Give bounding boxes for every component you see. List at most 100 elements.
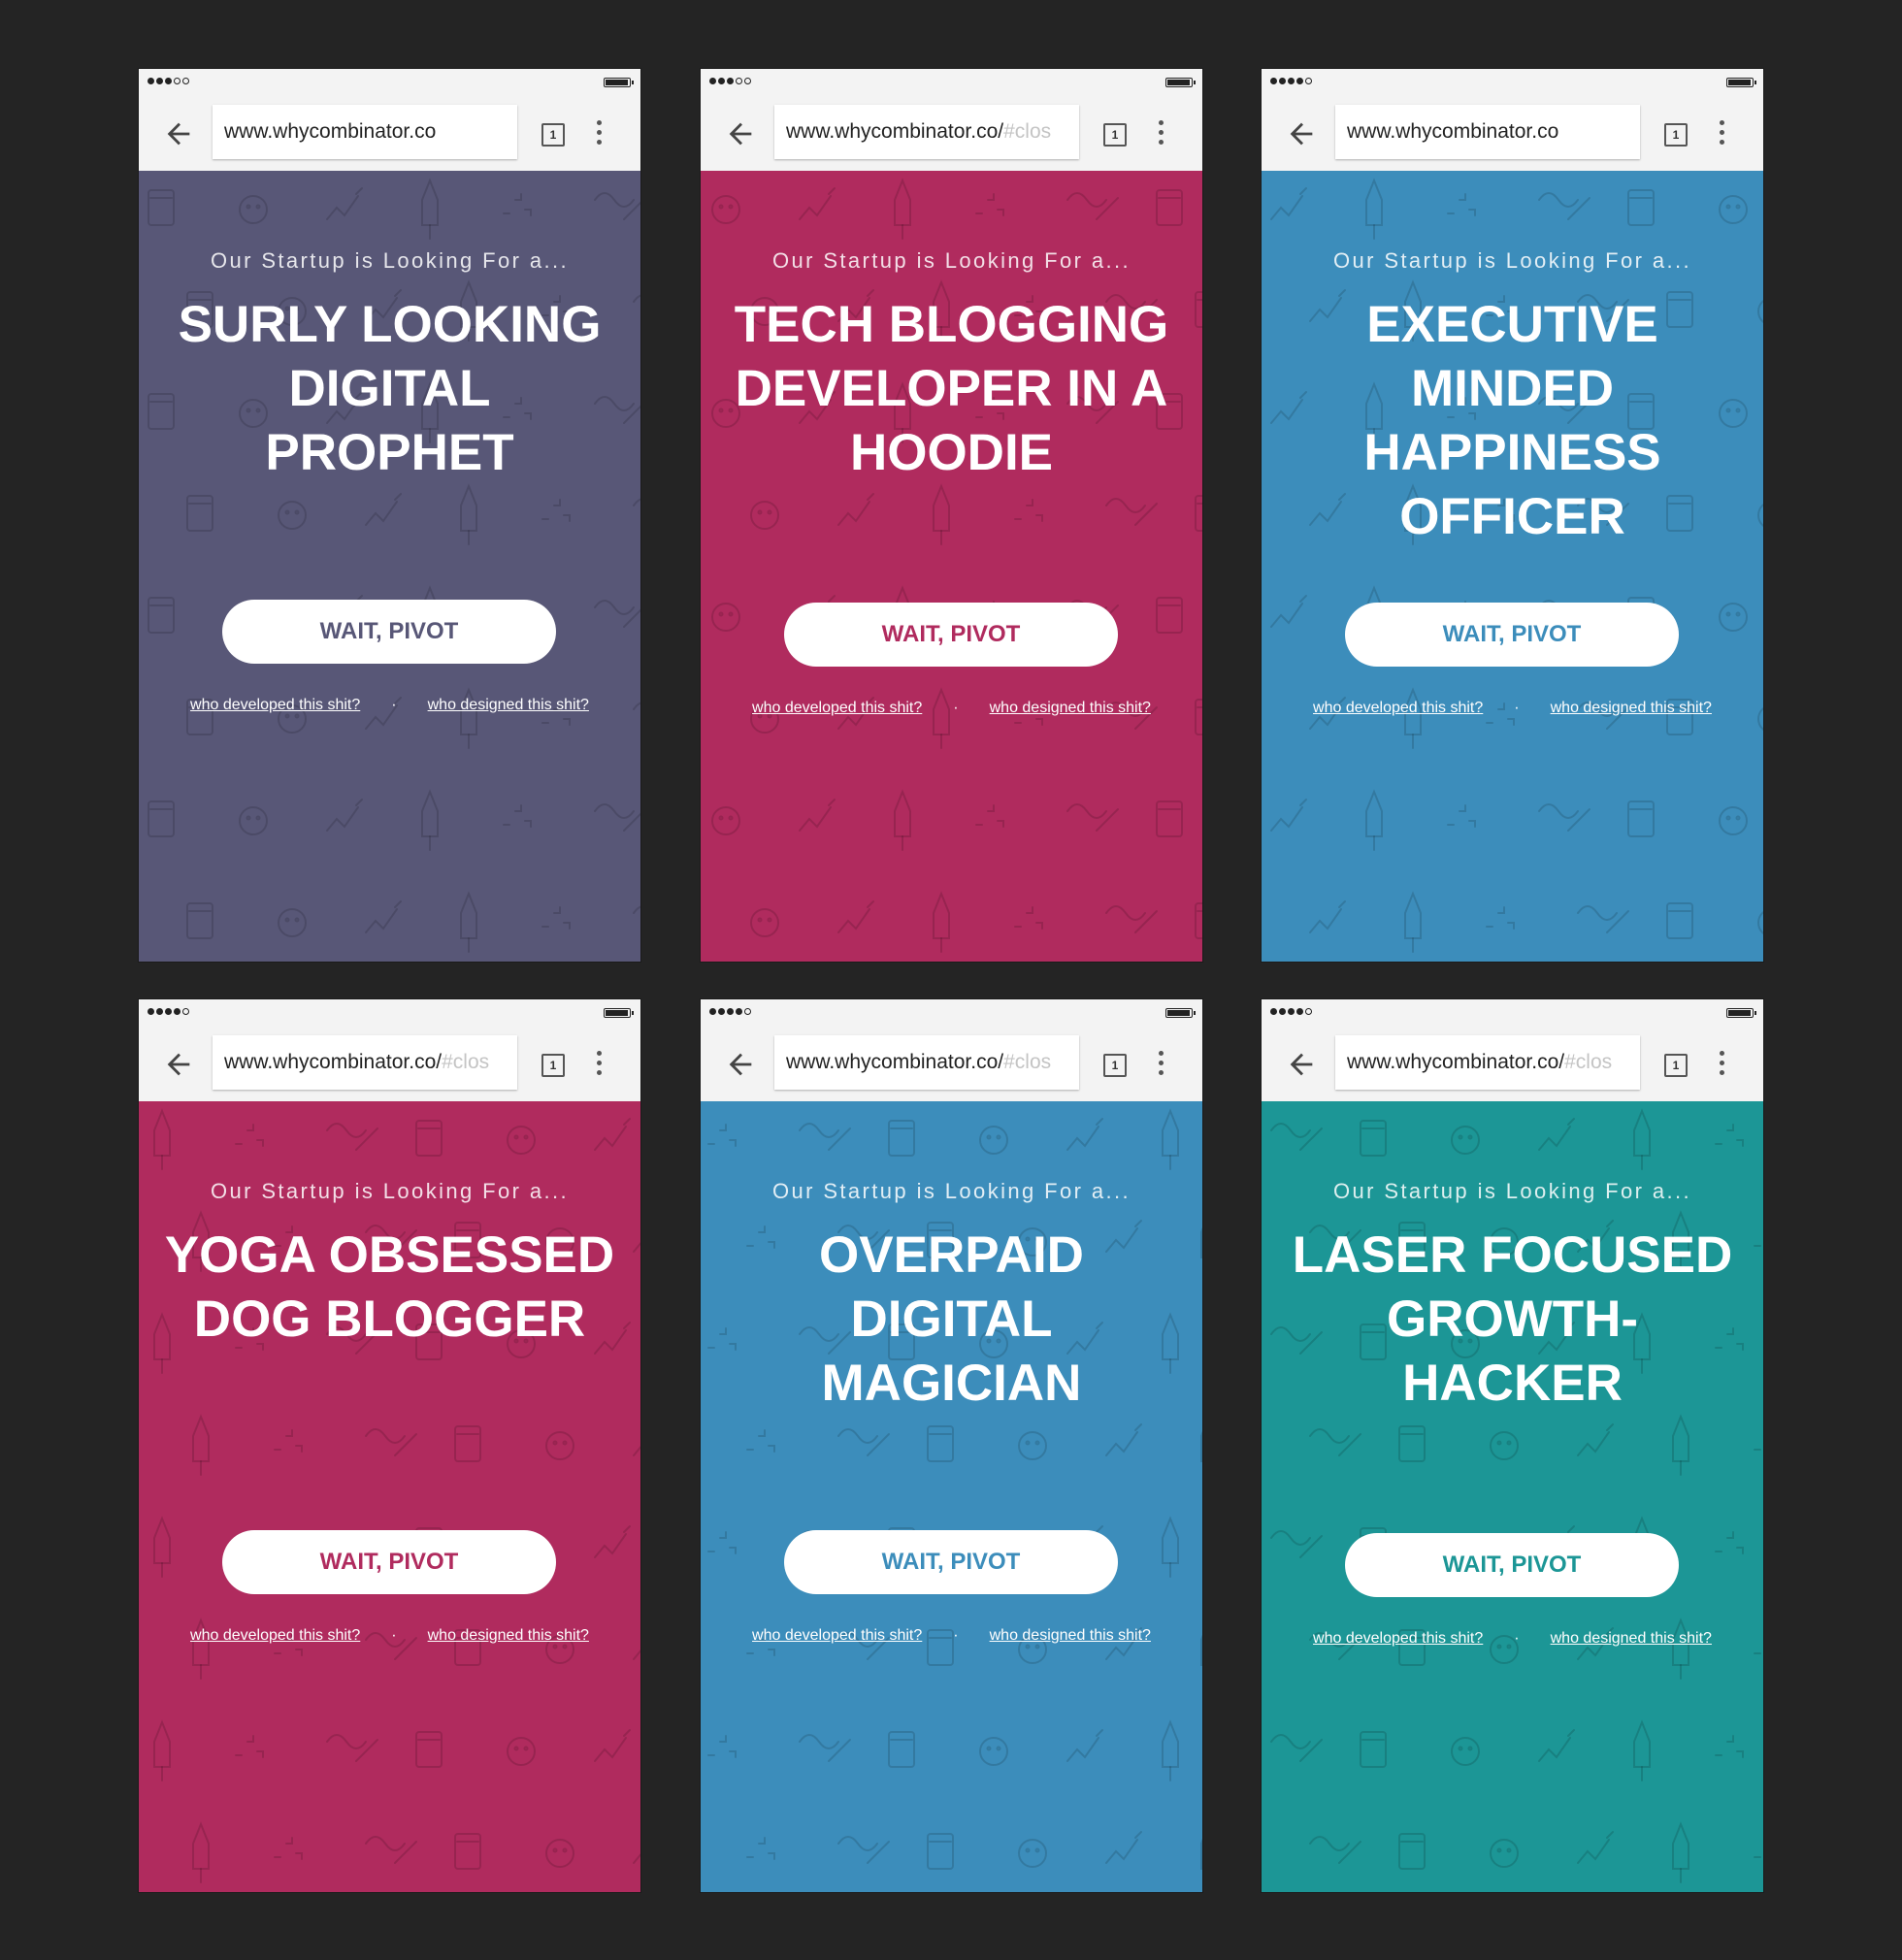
link-separator: · [391, 697, 397, 713]
url-text: www.whycombinator.co [224, 120, 437, 143]
role-title: LASER FOCUSED GROWTH-HACKER [1292, 1226, 1733, 1412]
signal-strength-icon [1270, 1008, 1312, 1015]
role-title: EXECUTIVE MINDED HAPPINESS OFFICER [1363, 296, 1661, 545]
role-title: TECH BLOGGING DEVELOPER IN A HOODIE [734, 296, 1169, 481]
battery-icon [1726, 78, 1756, 87]
developer-credit-link[interactable]: who developed this shit? [190, 697, 360, 714]
tabs-count-icon[interactable]: 1 [1103, 123, 1127, 147]
developer-credit-link[interactable]: who developed this shit? [1313, 1630, 1483, 1648]
battery-icon [1165, 1008, 1196, 1018]
developer-credit-link[interactable]: who developed this shit? [190, 1627, 360, 1645]
url-bar[interactable]: www.whycombinator.co/#clos [213, 1035, 517, 1090]
wait-pivot-button[interactable]: WAIT, PIVOT [1345, 1533, 1679, 1597]
tabs-count-icon[interactable]: 1 [541, 1054, 565, 1077]
phone-mockup-4: www.whycombinator.co/#clos 1 Our Startup… [139, 999, 640, 1892]
credit-links: who developed this shit? · who designed … [701, 700, 1202, 717]
browser-toolbar: www.whycombinator.co/#clos 1 [139, 1025, 640, 1101]
wait-pivot-button[interactable]: WAIT, PIVOT [222, 600, 556, 664]
url-bar[interactable]: www.whycombinator.co/#clos [774, 105, 1079, 159]
wait-pivot-button[interactable]: WAIT, PIVOT [1345, 603, 1679, 667]
wait-pivot-button[interactable]: WAIT, PIVOT [784, 603, 1118, 667]
url-text: www.whycombinator.co/ [1347, 1051, 1565, 1073]
designer-credit-link[interactable]: who designed this shit? [428, 697, 589, 714]
designer-credit-link[interactable]: who designed this shit? [1551, 700, 1712, 717]
developer-credit-link[interactable]: who developed this shit? [1313, 700, 1483, 717]
tabs-count-icon[interactable]: 1 [1664, 1054, 1688, 1077]
url-text: www.whycombinator.co/ [786, 120, 1004, 143]
designer-credit-link[interactable]: who designed this shit? [990, 700, 1151, 717]
doodle-pattern-background [711, 178, 1202, 953]
link-separator: · [1514, 1630, 1520, 1647]
tagline: Our Startup is Looking For a... [771, 1179, 1131, 1203]
status-bar [701, 999, 1202, 1025]
status-bar [1262, 69, 1763, 94]
url-bar[interactable]: www.whycombinator.co [213, 105, 517, 159]
doodle-pattern-background [707, 1108, 1202, 1870]
browser-toolbar: www.whycombinator.co/#clos 1 [701, 94, 1202, 171]
tagline: Our Startup is Looking For a... [1332, 248, 1692, 273]
signal-strength-icon [1270, 78, 1312, 84]
battery-icon [604, 1008, 634, 1018]
tabs-count-icon[interactable]: 1 [1664, 123, 1688, 147]
overflow-menu-icon[interactable] [593, 120, 605, 147]
battery-icon [1165, 78, 1196, 87]
credit-links: who developed this shit? · who designed … [1262, 700, 1763, 717]
link-separator: · [1514, 700, 1520, 716]
credit-links: who developed this shit? · who designed … [701, 1627, 1202, 1645]
phone-mockup-3: www.whycombinator.co 1 Our Startup is Lo… [1262, 69, 1763, 962]
wait-pivot-button[interactable]: WAIT, PIVOT [784, 1530, 1118, 1594]
role-title: OVERPAID DIGITAL MAGICIAN [819, 1226, 1084, 1412]
status-bar [701, 69, 1202, 94]
url-bar[interactable]: www.whycombinator.co/#clos [1335, 1035, 1640, 1090]
back-arrow-icon[interactable] [724, 1048, 757, 1081]
status-bar [139, 999, 640, 1025]
doodle-pattern-background [148, 178, 640, 953]
overflow-menu-icon[interactable] [1716, 120, 1727, 147]
doodle-pattern-background [1270, 1108, 1761, 1883]
tagline: Our Startup is Looking For a... [210, 248, 570, 273]
back-arrow-icon[interactable] [162, 117, 195, 150]
credit-links: who developed this shit? · who designed … [139, 697, 640, 714]
page-content: Our Startup is Looking For a... OVERPAID… [701, 1101, 1202, 1892]
back-arrow-icon[interactable] [1285, 1048, 1318, 1081]
doodle-pattern-background [153, 1108, 640, 1883]
phone-mockup-5: www.whycombinator.co/#clos 1 Our Startup… [701, 999, 1202, 1892]
developer-credit-link[interactable]: who developed this shit? [752, 700, 922, 717]
url-bar[interactable]: www.whycombinator.co [1335, 105, 1640, 159]
link-separator: · [953, 700, 959, 716]
status-bar [139, 69, 640, 94]
battery-icon [604, 78, 634, 87]
page-content: Our Startup is Looking For a... YOGA OBS… [139, 1101, 640, 1892]
back-arrow-icon[interactable] [162, 1048, 195, 1081]
developer-credit-link[interactable]: who developed this shit? [752, 1627, 922, 1645]
link-separator: · [953, 1627, 959, 1644]
overflow-menu-icon[interactable] [593, 1051, 605, 1078]
browser-toolbar: www.whycombinator.co/#clos 1 [1262, 1025, 1763, 1101]
back-arrow-icon[interactable] [1285, 117, 1318, 150]
browser-toolbar: www.whycombinator.co 1 [1262, 94, 1763, 171]
phone-mockup-2: www.whycombinator.co/#clos 1 Our Startup… [701, 69, 1202, 962]
url-fragment: #clos [1003, 1051, 1052, 1073]
designer-credit-link[interactable]: who designed this shit? [990, 1627, 1151, 1645]
overflow-menu-icon[interactable] [1155, 1051, 1166, 1078]
tabs-count-icon[interactable]: 1 [1103, 1054, 1127, 1077]
role-title: YOGA OBSESSED DOG BLOGGER [164, 1226, 615, 1348]
url-bar[interactable]: www.whycombinator.co/#clos [774, 1035, 1079, 1090]
browser-toolbar: www.whycombinator.co/#clos 1 [701, 1025, 1202, 1101]
tabs-count-icon[interactable]: 1 [541, 123, 565, 147]
overflow-menu-icon[interactable] [1155, 120, 1166, 147]
designer-credit-link[interactable]: who designed this shit? [428, 1627, 589, 1645]
credit-links: who developed this shit? · who designed … [139, 1627, 640, 1645]
designer-credit-link[interactable]: who designed this shit? [1551, 1630, 1712, 1648]
signal-strength-icon [709, 78, 751, 84]
signal-strength-icon [148, 1008, 189, 1015]
page-content: Our Startup is Looking For a... SURLY LO… [139, 171, 640, 962]
role-title: SURLY LOOKING DIGITAL PROPHET [178, 296, 602, 481]
status-bar [1262, 999, 1763, 1025]
overflow-menu-icon[interactable] [1716, 1051, 1727, 1078]
page-content: Our Startup is Looking For a... EXECUTIV… [1262, 171, 1763, 962]
link-separator: · [391, 1627, 397, 1644]
back-arrow-icon[interactable] [724, 117, 757, 150]
wait-pivot-button[interactable]: WAIT, PIVOT [222, 1530, 556, 1594]
phone-mockup-1: www.whycombinator.co 1 Our Startup is Lo… [139, 69, 640, 962]
